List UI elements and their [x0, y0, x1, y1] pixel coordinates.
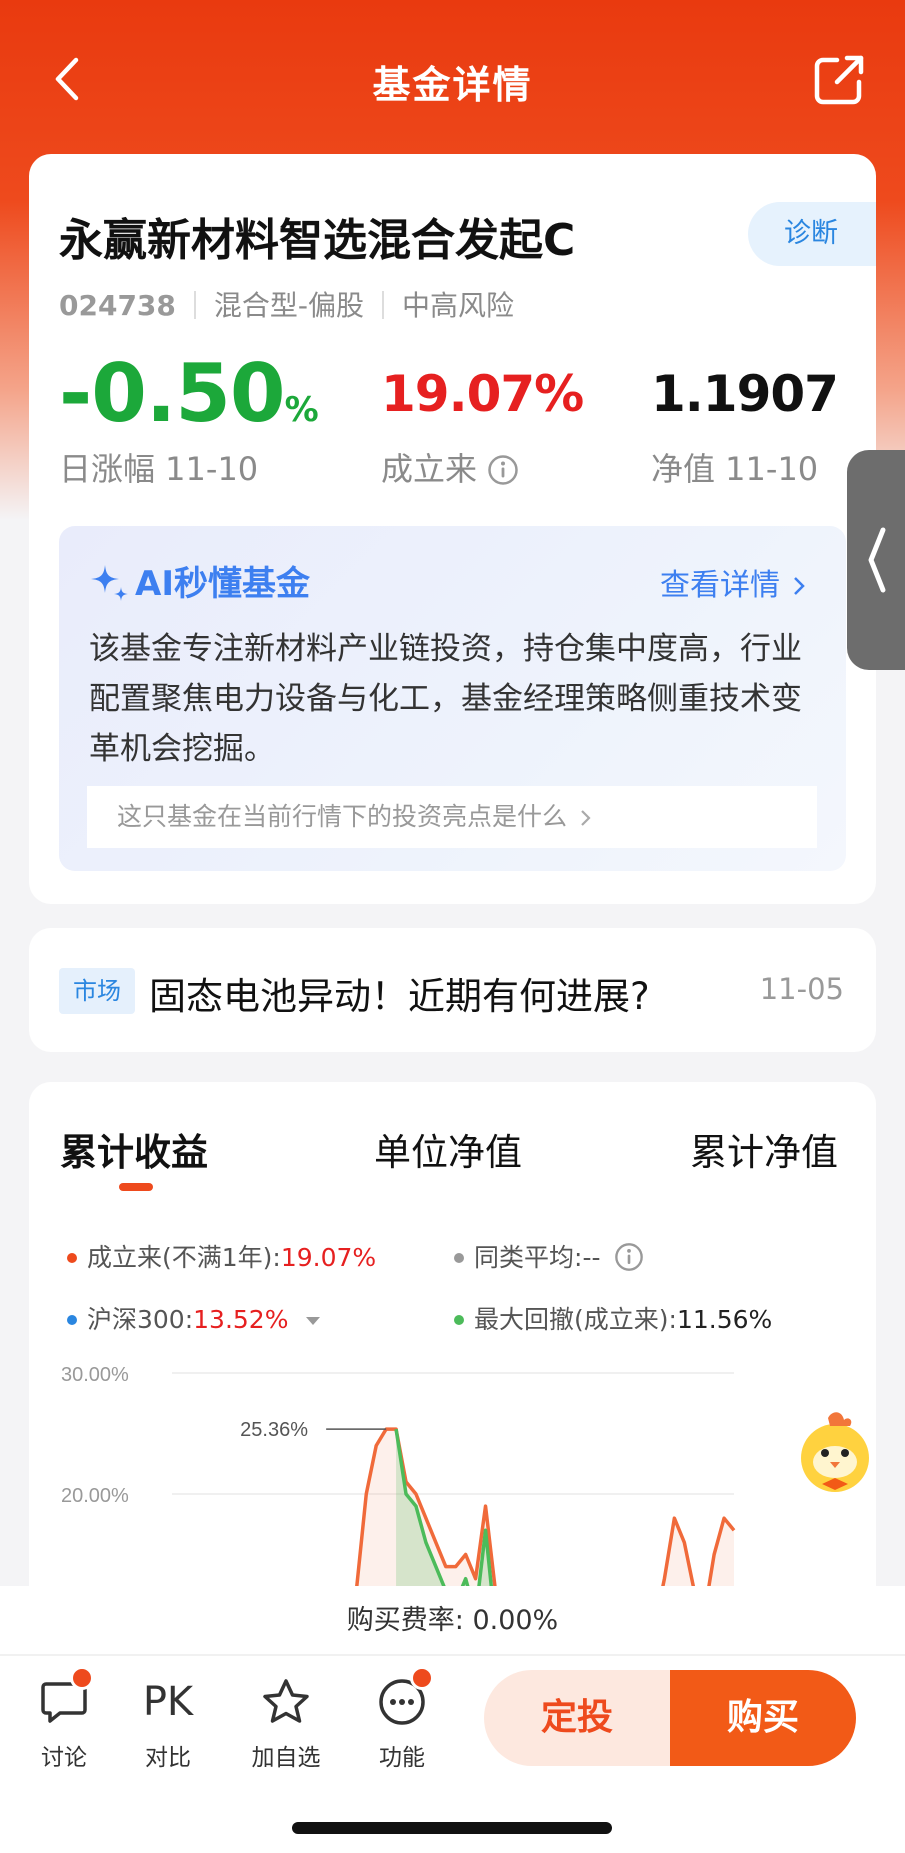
- tab-cumulative-nav[interactable]: 累计净值: [690, 1122, 838, 1176]
- peak-label: 25.36%: [240, 1419, 308, 1441]
- bottom-bar: 购买费率: 0.00% 讨论 PK 对比 加自选 功能 定投 购买: [0, 1586, 905, 1853]
- tab-cumulative-return[interactable]: 累计收益: [60, 1122, 208, 1176]
- fund-card: 永赢新材料智选混合发起C 诊断 024738 混合型-偏股 中高风险 -0.50% …: [29, 154, 876, 904]
- chevron-right-icon: [794, 577, 805, 595]
- home-indicator: [292, 1822, 612, 1834]
- notification-badge: [70, 1666, 94, 1690]
- legend-fund-label: 成立来(不满1年):: [87, 1243, 281, 1272]
- nav-label: 净值 11-10: [651, 450, 819, 488]
- nav-watchlist-label: 加自选: [251, 1745, 321, 1771]
- info-icon[interactable]: [487, 454, 519, 486]
- y-tick-label: 30.00%: [61, 1364, 129, 1386]
- chevron-left-icon: [868, 527, 886, 593]
- auto-invest-button[interactable]: 定投: [484, 1670, 670, 1766]
- star-icon: [263, 1679, 309, 1723]
- side-drawer-handle[interactable]: [847, 450, 905, 670]
- legend-dot: [67, 1315, 77, 1325]
- legend-index-value: 13.52%: [193, 1305, 289, 1334]
- nav-watchlist[interactable]: 加自选: [236, 1674, 336, 1772]
- nav-discuss[interactable]: 讨论: [14, 1666, 114, 1772]
- action-buttons: 定投 购买: [484, 1670, 856, 1766]
- legend-index-label: 沪深300:: [87, 1305, 194, 1334]
- news-tag: 市场: [59, 968, 135, 1014]
- ai-summary-box: AI秒懂基金 查看详情 该基金专注新材料产业链投资，持仓集中度高，行业配置聚焦电…: [59, 526, 846, 871]
- nav-functions[interactable]: 功能: [352, 1666, 452, 1772]
- fund-name: 永赢新材料智选混合发起C: [59, 215, 576, 266]
- nav-functions-label: 功能: [379, 1745, 425, 1771]
- diagnose-button[interactable]: 诊断: [748, 202, 876, 266]
- divider: [382, 291, 385, 319]
- legend-fund: 成立来(不满1年):19.07%: [67, 1238, 376, 1274]
- page-title: 基金详情: [372, 63, 533, 107]
- legend-drawdown: 最大回撤(成立来):11.56%: [454, 1300, 772, 1336]
- divider: [193, 291, 196, 319]
- ai-more-link[interactable]: 查看详情: [660, 560, 810, 604]
- nav-stat: 1.1907 净值 11-10: [651, 354, 839, 490]
- daily-change-label: 日涨幅 11-10: [59, 450, 259, 488]
- top-bar: 基金详情: [0, 40, 905, 120]
- pk-icon: PK: [142, 1679, 194, 1725]
- nav-compare-label: 对比: [145, 1745, 191, 1771]
- ai-more-label: 查看详情: [660, 568, 780, 603]
- daily-change-value: -0.50: [59, 347, 286, 440]
- legend-avg-value: --: [582, 1243, 601, 1272]
- ai-question-text: 这只基金在当前行情下的投资亮点是什么: [117, 802, 568, 831]
- share-icon[interactable]: [811, 52, 867, 108]
- nav-compare[interactable]: PK 对比: [118, 1674, 218, 1772]
- news-date: 11-05: [759, 972, 844, 1006]
- fund-risk: 中高风险: [402, 289, 515, 322]
- tab-unit-nav[interactable]: 单位净值: [374, 1122, 522, 1176]
- nav-discuss-label: 讨论: [41, 1745, 87, 1771]
- daily-change-stat: -0.50% 日涨幅 11-10: [59, 354, 319, 490]
- legend-avg-label: 同类平均:: [474, 1243, 583, 1272]
- daily-change-unit: %: [284, 390, 319, 430]
- since-inception-label: 成立来: [381, 450, 478, 488]
- info-icon[interactable]: [614, 1242, 644, 1272]
- chevron-right-icon: [581, 810, 591, 826]
- fund-type: 混合型-偏股: [213, 289, 365, 322]
- fund-meta: 024738 混合型-偏股 中高风险: [59, 284, 514, 324]
- active-tab-indicator: [119, 1183, 153, 1191]
- ai-title: AI秒懂基金: [87, 556, 310, 605]
- dropdown-icon: [306, 1317, 321, 1325]
- legend-index[interactable]: 沪深300:13.52%: [67, 1300, 322, 1336]
- legend-dd-value: 11.56%: [676, 1305, 773, 1334]
- notification-badge: [410, 1666, 434, 1690]
- since-inception-value: 19.07%: [381, 365, 584, 423]
- news-card[interactable]: 市场 固态电池异动！近期有何进展? 11-05: [29, 928, 876, 1052]
- legend-dot: [454, 1253, 464, 1263]
- legend-dot: [67, 1253, 77, 1263]
- legend-dd-label: 最大回撤(成立来):: [474, 1305, 677, 1334]
- nav-value: 1.1907: [651, 365, 839, 423]
- sparkle-icon: [91, 565, 128, 601]
- chart-card: 累计收益 单位净值 累计净值 成立来(不满1年):19.07% 同类平均:-- …: [29, 1082, 876, 1642]
- mascot-icon[interactable]: [790, 1408, 880, 1498]
- since-inception-stat: 19.07% 成立来: [381, 354, 584, 490]
- fund-code: 024738: [59, 289, 176, 322]
- y-tick-label: 20.00%: [61, 1485, 129, 1507]
- legend-dot: [454, 1315, 464, 1325]
- buy-button[interactable]: 购买: [670, 1670, 856, 1766]
- ai-title-text: AI秒懂基金: [135, 564, 310, 604]
- legend-fund-value: 19.07%: [280, 1243, 377, 1272]
- purchase-fee: 购买费率: 0.00%: [0, 1586, 905, 1656]
- news-headline: 固态电池异动！近期有何进展?: [149, 975, 650, 1018]
- legend-average: 同类平均:--: [454, 1238, 644, 1274]
- ai-question-chip[interactable]: 这只基金在当前行情下的投资亮点是什么: [87, 786, 817, 848]
- ai-summary-text: 该基金专注新材料产业链投资，持仓集中度高，行业配置聚焦电力设备与化工，基金经理策…: [89, 631, 802, 767]
